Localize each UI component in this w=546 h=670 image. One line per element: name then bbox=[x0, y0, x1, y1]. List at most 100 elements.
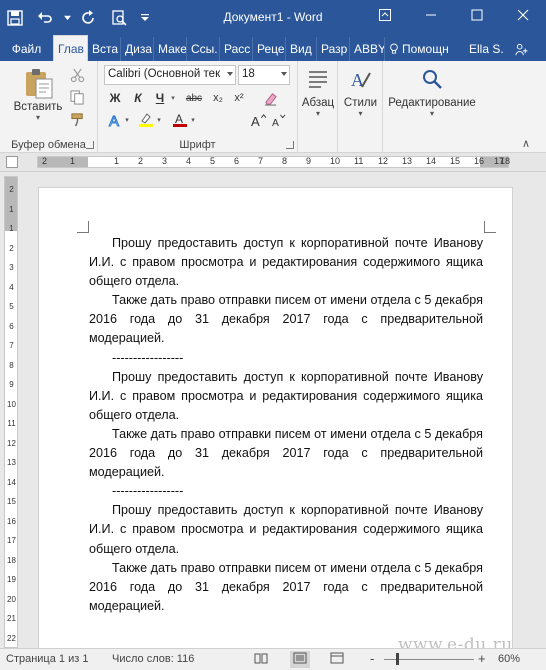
tab-layout[interactable]: Маке bbox=[154, 37, 187, 61]
ruler-number: 4 bbox=[186, 156, 192, 166]
minimize-icon[interactable] bbox=[408, 0, 454, 30]
paste-label: Вставить bbox=[13, 101, 63, 113]
font-launcher-icon[interactable] bbox=[286, 141, 294, 149]
ruler-number: 2 bbox=[42, 156, 48, 166]
shrink-font-icon[interactable]: A bbox=[268, 110, 288, 130]
read-mode-icon[interactable] bbox=[254, 652, 268, 667]
vertical-ruler-number: 9 bbox=[9, 380, 14, 389]
paste-button[interactable]: Вставить ▾ bbox=[10, 67, 66, 122]
ruler-number: 13 bbox=[402, 156, 413, 166]
tab-review[interactable]: Реце bbox=[253, 37, 286, 61]
paragraph[interactable]: Прошу предоставить доступ к корпоративно… bbox=[89, 234, 483, 291]
ruler-number: 16 bbox=[474, 156, 485, 166]
italic-button[interactable]: К bbox=[128, 88, 148, 108]
ruler-number: 2 bbox=[138, 156, 144, 166]
ruler-number: 6 bbox=[234, 156, 240, 166]
web-layout-icon[interactable] bbox=[330, 652, 344, 667]
format-painter-icon[interactable] bbox=[67, 109, 87, 129]
strikethrough-button[interactable]: abc bbox=[182, 88, 206, 108]
tab-file[interactable]: Файл bbox=[0, 37, 53, 61]
vertical-ruler-number: 6 bbox=[9, 321, 14, 331]
print-layout-icon[interactable] bbox=[290, 651, 310, 668]
font-size-value: 18 bbox=[242, 68, 255, 80]
tell-me-label: Помощн bbox=[402, 42, 449, 56]
font-name-combo[interactable]: Calibri (Основной тек bbox=[104, 65, 236, 85]
paragraph[interactable]: Также дать право отправки писем от имени… bbox=[89, 559, 483, 616]
clipboard-launcher-icon[interactable] bbox=[86, 141, 94, 149]
tab-view[interactable]: Вид bbox=[286, 37, 317, 61]
highlight-color-icon[interactable] bbox=[136, 110, 156, 130]
underline-button[interactable]: Ч bbox=[150, 88, 170, 108]
vertical-ruler[interactable]: 2 1 1 2 3 4 5 6 7 8 9 10 11 12 13 14 15 16 17 18 19 20 21 22 bbox=[4, 176, 18, 648]
vertical-ruler-number: 12 bbox=[7, 438, 16, 448]
user-account[interactable]: Ella S. bbox=[465, 37, 509, 61]
zoom-slider-thumb[interactable] bbox=[396, 653, 399, 665]
font-color-icon[interactable]: A bbox=[170, 110, 190, 130]
editing-label: Редактирование bbox=[388, 97, 476, 109]
zoom-out-button[interactable]: - bbox=[370, 651, 374, 666]
copy-icon[interactable] bbox=[67, 87, 87, 107]
tab-mailings[interactable]: Расс bbox=[220, 37, 253, 61]
paragraph[interactable]: Также дать право отправки писем от имени… bbox=[89, 425, 483, 482]
paragraph[interactable]: Также дать право отправки писем от имени… bbox=[89, 291, 483, 348]
paragraph-button[interactable]: Абзац ▾ bbox=[298, 67, 338, 118]
cut-icon[interactable] bbox=[67, 65, 87, 85]
font-group: Calibri (Основной тек 18 Ж К Ч ▾ abc x₂ … bbox=[98, 61, 298, 153]
bold-button[interactable]: Ж bbox=[105, 88, 125, 108]
vertical-ruler-number: 16 bbox=[7, 516, 16, 526]
zoom-level[interactable]: 60% bbox=[498, 653, 520, 665]
svg-text:A: A bbox=[271, 118, 278, 128]
collapse-ribbon-icon[interactable]: ∧ bbox=[522, 137, 530, 150]
superscript-button[interactable]: x² bbox=[229, 88, 249, 108]
maximize-icon[interactable] bbox=[454, 0, 500, 30]
paragraph-dropdown-icon: ▾ bbox=[315, 109, 320, 118]
vertical-ruler-number: 5 bbox=[9, 302, 14, 311]
close-icon[interactable] bbox=[500, 0, 546, 30]
ribbon-tabs: Файл Глав Вста Диза Маке Ссы. Расс Реце … bbox=[0, 35, 546, 61]
paragraph[interactable]: Прошу предоставить доступ к корпоративно… bbox=[89, 501, 483, 558]
tab-insert[interactable]: Вста bbox=[88, 37, 121, 61]
clear-formatting-icon[interactable] bbox=[260, 88, 280, 108]
tell-me-box[interactable]: Помощн bbox=[385, 37, 465, 61]
page-count[interactable]: Страница 1 из 1 bbox=[6, 653, 88, 665]
share-icon[interactable] bbox=[509, 37, 533, 61]
vertical-ruler-number: 2 bbox=[9, 243, 14, 253]
underline-dropdown-icon[interactable]: ▾ bbox=[168, 88, 178, 108]
ribbon-display-options-icon[interactable] bbox=[362, 0, 408, 30]
font-size-combo[interactable]: 18 bbox=[238, 65, 290, 85]
vertical-ruler-number: 18 bbox=[7, 555, 16, 565]
word-count[interactable]: Число слов: 116 bbox=[112, 653, 194, 665]
ruler-number: 9 bbox=[306, 156, 312, 166]
separator-line[interactable]: ----------------- bbox=[89, 482, 483, 501]
tab-home[interactable]: Глав bbox=[53, 35, 88, 61]
subscript-button[interactable]: x₂ bbox=[208, 88, 228, 108]
paragraph-label: Абзац bbox=[301, 97, 335, 109]
svg-text:A: A bbox=[109, 113, 119, 128]
horizontal-ruler[interactable]: 2 1 1 2 3 4 5 6 7 8 9 10 11 12 13 14 15 16 17 18 bbox=[37, 156, 510, 168]
styles-dropdown-icon: ▾ bbox=[358, 109, 363, 118]
font-group-label: Шрифт bbox=[179, 139, 216, 151]
tab-abbyy[interactable]: ABBY bbox=[350, 37, 385, 61]
highlight-dropdown-icon[interactable]: ▾ bbox=[154, 110, 164, 130]
tab-references[interactable]: Ссы. bbox=[187, 37, 220, 61]
document-text[interactable]: Прошу предоставить доступ к корпоративно… bbox=[89, 234, 483, 616]
ruler-number: 7 bbox=[258, 156, 264, 166]
font-size-dropdown-icon bbox=[281, 72, 287, 76]
editing-button[interactable]: Редактирование ▾ bbox=[383, 67, 481, 118]
font-color-dropdown-icon[interactable]: ▾ bbox=[188, 110, 198, 130]
paragraph[interactable]: Прошу предоставить доступ к корпоративно… bbox=[89, 368, 483, 425]
document-page[interactable]: Прошу предоставить доступ к корпоративно… bbox=[38, 187, 513, 657]
vertical-scrollbar[interactable] bbox=[538, 172, 546, 648]
tab-selector-icon[interactable] bbox=[6, 156, 18, 168]
grow-font-icon[interactable]: A bbox=[248, 110, 268, 130]
zoom-in-button[interactable]: + bbox=[478, 651, 486, 666]
text-effects-dropdown-icon[interactable]: ▾ bbox=[122, 110, 132, 130]
tab-design[interactable]: Диза bbox=[121, 37, 154, 61]
separator-line[interactable]: ----------------- bbox=[89, 349, 483, 368]
paragraph-icon bbox=[309, 71, 327, 88]
font-name-value: Calibri (Основной тек bbox=[108, 68, 221, 80]
editing-dropdown-icon: ▾ bbox=[429, 109, 434, 118]
styles-button[interactable]: A Стили ▾ bbox=[338, 67, 383, 118]
tab-developer[interactable]: Разр bbox=[317, 37, 350, 61]
vertical-ruler-number: 2 bbox=[9, 185, 14, 194]
